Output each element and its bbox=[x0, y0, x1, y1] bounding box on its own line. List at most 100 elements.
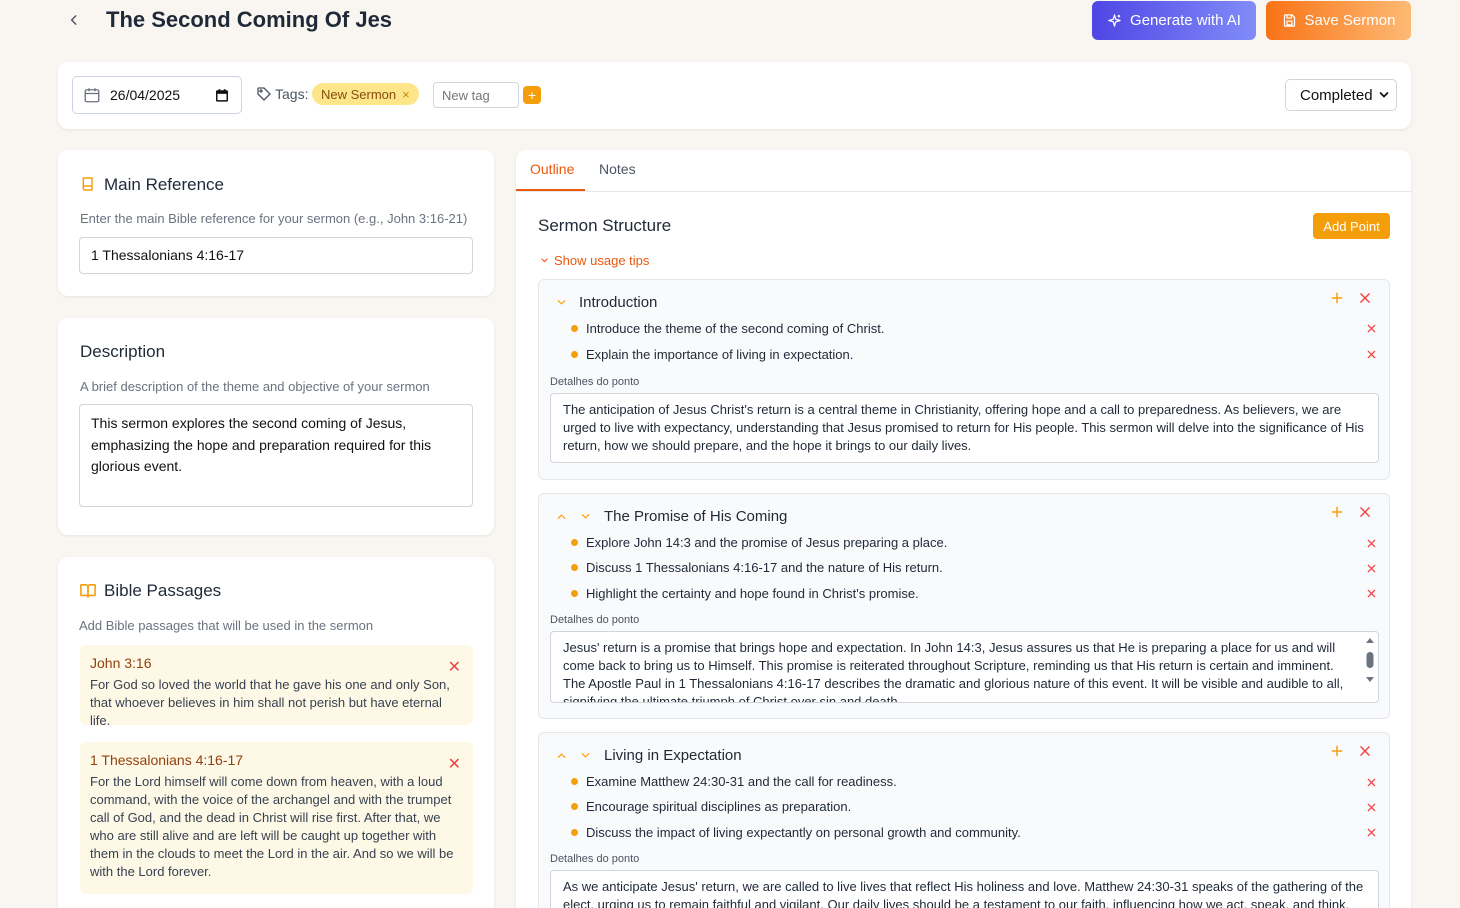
date-field[interactable]: 26/04/2025 bbox=[72, 76, 242, 114]
bullet-dot bbox=[571, 590, 578, 597]
remove-subpoint-icon[interactable] bbox=[1366, 349, 1377, 360]
save-icon bbox=[1283, 14, 1295, 27]
tag-chip: New Sermon × bbox=[312, 83, 419, 105]
usage-tips-label: Show usage tips bbox=[554, 253, 650, 268]
subpoint-text[interactable]: Encourage spiritual disciplines as prepa… bbox=[586, 799, 851, 814]
point-details-textarea[interactable]: Jesus' return is a promise that brings h… bbox=[550, 631, 1379, 703]
passage-ref: John 3:16 bbox=[90, 655, 152, 671]
date-value: 26/04/2025 bbox=[110, 87, 181, 103]
point-title[interactable]: Introduction bbox=[579, 294, 657, 311]
calendar-picker-icon[interactable] bbox=[215, 88, 229, 102]
collapse-chevron-icon[interactable] bbox=[556, 297, 567, 308]
bullet-dot bbox=[571, 778, 578, 785]
status-value: Completed bbox=[1300, 86, 1373, 104]
point-details-textarea[interactable]: The anticipation of Jesus Christ's retur… bbox=[550, 393, 1379, 463]
delete-point-icon[interactable] bbox=[1358, 744, 1372, 758]
subpoint-item: Discuss the impact of living expectantly… bbox=[571, 825, 1021, 840]
tag-chip-label: New Sermon bbox=[321, 86, 397, 102]
passage-text: For God so loved the world that he gave … bbox=[90, 677, 450, 728]
subpoint-text[interactable]: Explore John 14:3 and the promise of Jes… bbox=[586, 535, 947, 550]
chevron-down-icon bbox=[541, 258, 548, 263]
outline-point: Living in Expectation Examine Matthew 24… bbox=[538, 732, 1390, 908]
remove-subpoint-icon[interactable] bbox=[1366, 563, 1377, 574]
description-hint: A brief description of the theme and obj… bbox=[80, 379, 430, 394]
book-icon bbox=[80, 175, 96, 193]
chevron-down-icon bbox=[1379, 92, 1389, 98]
passage-item: 1 Thessalonians 4:16-17 For the Lord him… bbox=[80, 742, 473, 894]
sparkles-icon bbox=[1108, 14, 1121, 27]
subpoint-text[interactable]: Examine Matthew 24:30-31 and the call fo… bbox=[586, 774, 897, 789]
details-scrollbar[interactable] bbox=[1365, 635, 1375, 699]
subpoint-text[interactable]: Discuss the impact of living expectantly… bbox=[586, 825, 1021, 840]
remove-subpoint-icon[interactable] bbox=[1366, 802, 1377, 813]
page-title[interactable]: The Second Coming Of Jesus bbox=[106, 6, 392, 36]
subpoint-item: Discuss 1 Thessalonians 4:16-17 and the … bbox=[571, 560, 943, 575]
remove-subpoint-icon[interactable] bbox=[1366, 588, 1377, 599]
subpoint-item: Explore John 14:3 and the promise of Jes… bbox=[571, 535, 947, 550]
details-label: Detalhes do ponto bbox=[550, 614, 640, 626]
collapse-chevron-icon[interactable] bbox=[580, 511, 591, 522]
save-sermon-button[interactable]: Save Sermon bbox=[1266, 1, 1411, 40]
point-details-textarea[interactable]: As we anticipate Jesus' return, we are c… bbox=[550, 870, 1379, 908]
tag-icon bbox=[256, 86, 272, 102]
point-title[interactable]: Living in Expectation bbox=[604, 747, 742, 764]
bullet-dot bbox=[571, 539, 578, 546]
remove-subpoint-icon[interactable] bbox=[1366, 827, 1377, 838]
main-reference-title: Main Reference bbox=[104, 175, 225, 194]
subpoint-item: Examine Matthew 24:30-31 and the call fo… bbox=[571, 774, 897, 789]
remove-passage-icon[interactable]: ✕ bbox=[448, 754, 461, 774]
usage-tips-toggle[interactable]: Show usage tips bbox=[540, 253, 649, 268]
add-tag-button[interactable]: + bbox=[523, 86, 541, 104]
remove-subpoint-icon[interactable] bbox=[1366, 777, 1377, 788]
active-tab-indicator bbox=[516, 189, 585, 191]
passage-text: For the Lord himself will come down from… bbox=[90, 774, 454, 879]
remove-subpoint-icon[interactable] bbox=[1366, 538, 1377, 549]
remove-passage-icon[interactable]: ✕ bbox=[448, 657, 461, 677]
main-reference-hint: Enter the main Bible reference for your … bbox=[80, 211, 468, 226]
generate-ai-button[interactable]: Generate with AI bbox=[1092, 1, 1256, 40]
save-sermon-label: Save Sermon bbox=[1304, 12, 1396, 29]
move-up-icon[interactable] bbox=[556, 511, 567, 522]
details-label: Detalhes do ponto bbox=[550, 853, 640, 865]
subpoint-item: Encourage spiritual disciplines as prepa… bbox=[571, 799, 851, 814]
generate-ai-label: Generate with AI bbox=[1130, 12, 1241, 29]
subpoint-item: Highlight the certainty and hope found i… bbox=[571, 586, 919, 601]
bullet-dot bbox=[571, 829, 578, 836]
subpoint-item: Introduce the theme of the second coming… bbox=[571, 321, 884, 336]
add-subpoint-icon[interactable] bbox=[1330, 744, 1344, 758]
outline-point: Introduction Introduce the theme of the … bbox=[538, 279, 1390, 480]
sermon-structure-title: Sermon Structure bbox=[538, 216, 672, 235]
move-up-icon[interactable] bbox=[556, 750, 567, 761]
add-point-button[interactable]: Add Point bbox=[1313, 213, 1390, 239]
remove-tag-icon[interactable]: × bbox=[402, 87, 410, 102]
add-subpoint-icon[interactable] bbox=[1330, 505, 1344, 519]
delete-point-icon[interactable] bbox=[1358, 291, 1372, 305]
bullet-dot bbox=[571, 325, 578, 332]
subpoint-text[interactable]: Discuss 1 Thessalonians 4:16-17 and the … bbox=[586, 560, 943, 575]
subpoint-item: Explain the importance of living in expe… bbox=[571, 347, 853, 362]
bullet-dot bbox=[571, 803, 578, 810]
back-button[interactable] bbox=[64, 10, 84, 30]
tags-label: Tags: bbox=[275, 86, 309, 102]
add-subpoint-icon[interactable] bbox=[1330, 291, 1344, 305]
tab-divider bbox=[516, 191, 1411, 192]
tab-notes[interactable]: Notes bbox=[599, 161, 636, 177]
status-select[interactable]: Completed bbox=[1285, 79, 1397, 111]
subpoint-text[interactable]: Highlight the certainty and hope found i… bbox=[586, 586, 919, 601]
remove-subpoint-icon[interactable] bbox=[1366, 323, 1377, 334]
details-label: Detalhes do ponto bbox=[550, 376, 640, 388]
description-title: Description bbox=[80, 342, 166, 361]
main-reference-input[interactable]: 1 Thessalonians 4:16-17 bbox=[79, 237, 473, 274]
chevron-left-icon bbox=[70, 15, 77, 25]
subpoint-text[interactable]: Explain the importance of living in expe… bbox=[586, 347, 853, 362]
bible-passages-hint: Add Bible passages that will be used in … bbox=[79, 618, 374, 633]
subpoint-text[interactable]: Introduce the theme of the second coming… bbox=[586, 321, 884, 336]
collapse-chevron-icon[interactable] bbox=[580, 750, 591, 761]
bible-passages-title: Bible Passages bbox=[104, 581, 222, 600]
tab-outline[interactable]: Outline bbox=[530, 161, 574, 177]
new-tag-input[interactable] bbox=[433, 82, 519, 108]
point-title[interactable]: The Promise of His Coming bbox=[604, 508, 787, 525]
description-textarea[interactable]: This sermon explores the second coming o… bbox=[79, 404, 473, 507]
delete-point-icon[interactable] bbox=[1358, 505, 1372, 519]
bullet-dot bbox=[571, 564, 578, 571]
